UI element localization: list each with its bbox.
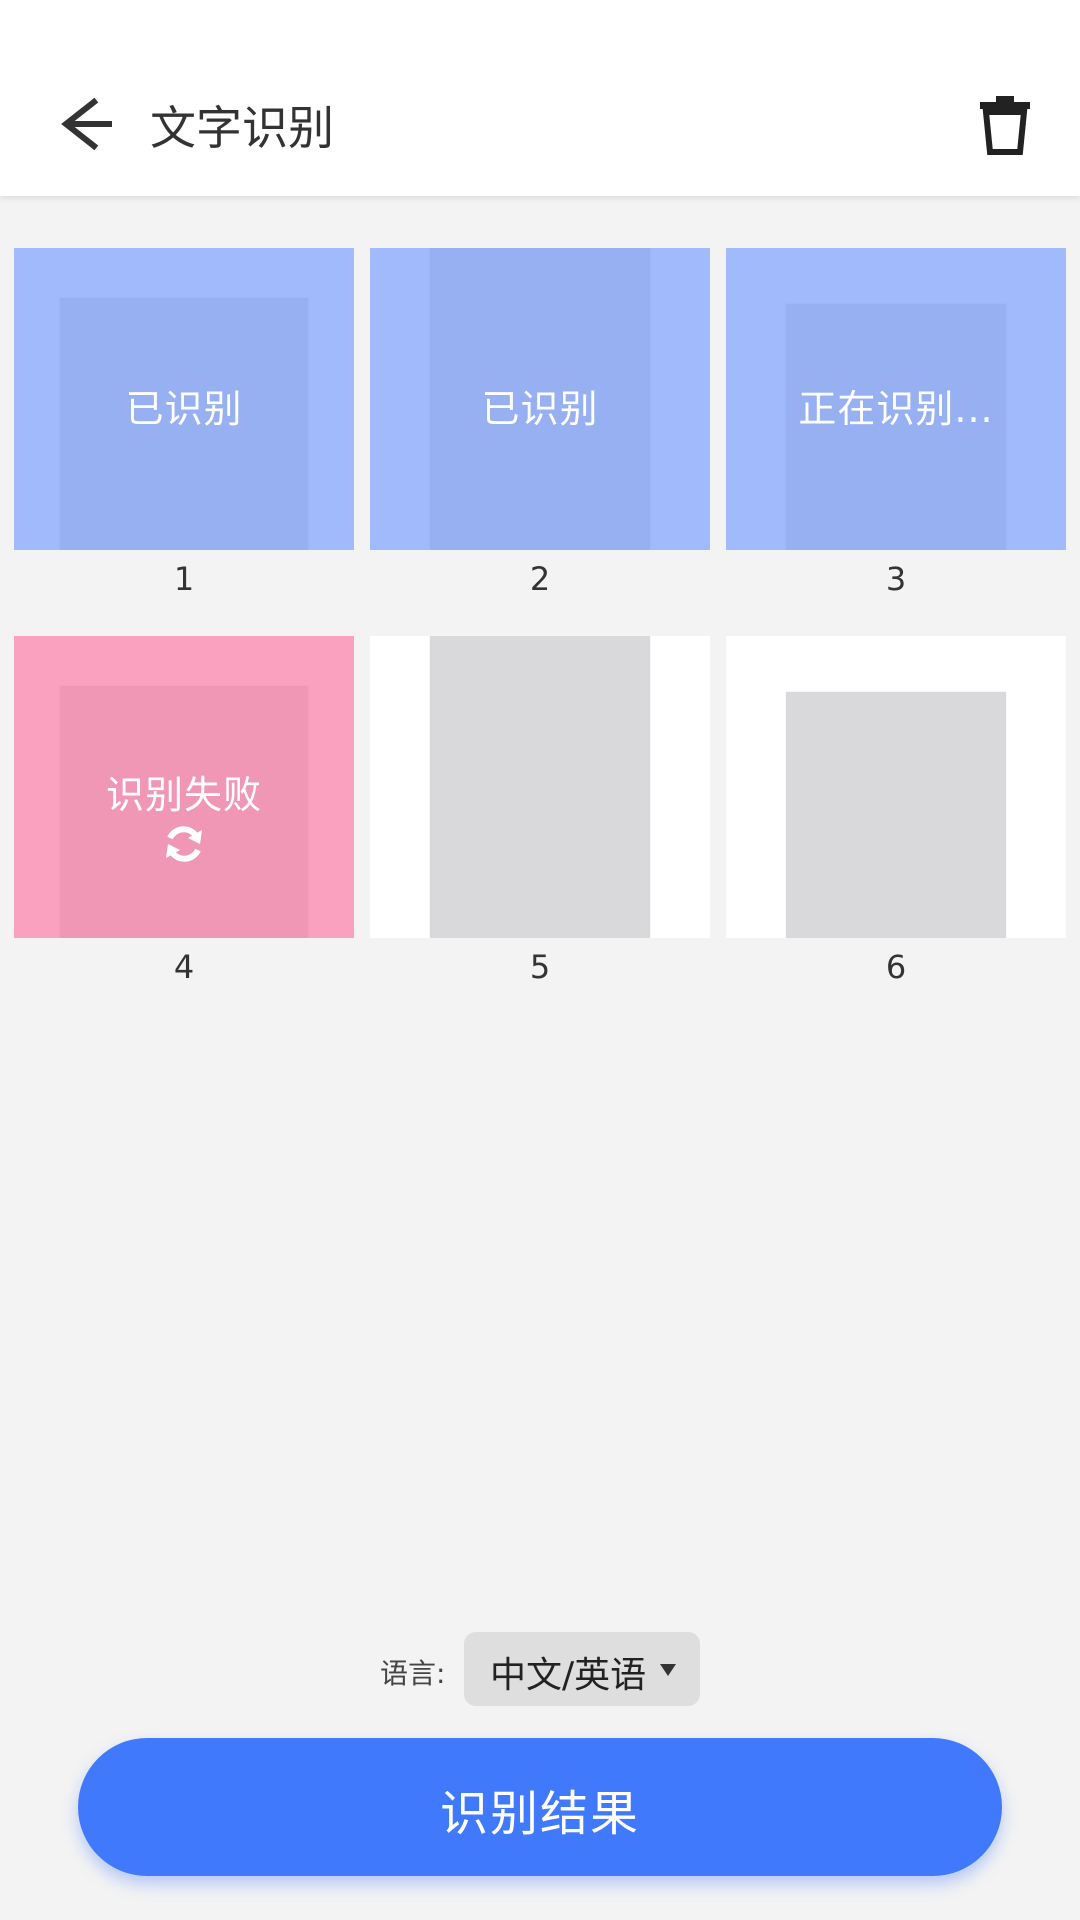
recognition-result-button[interactable]: 识别结果 <box>78 1738 1002 1876</box>
page-thumbnail-3[interactable]: 正在识别... <box>726 248 1066 550</box>
status-label: 正在识别... <box>798 387 994 431</box>
page-thumbnail-2[interactable]: 已识别 <box>370 248 710 550</box>
result-button-label: 识别结果 <box>439 1786 640 1842</box>
page-thumbnail-1[interactable]: 已识别 <box>14 248 354 550</box>
page-number: 5 <box>529 948 551 986</box>
page-thumbnail-5[interactable] <box>370 636 710 938</box>
status-label: 已识别 <box>125 387 243 431</box>
status-label: 已识别 <box>481 387 599 431</box>
page-grid: 已识别 1 已识别 2 正在识别... 3 识别失败 4 5 6 <box>0 0 1080 1000</box>
page-number: 3 <box>885 560 907 598</box>
language-label: 语言: <box>380 1657 446 1690</box>
page-number: 6 <box>885 948 907 986</box>
language-dropdown[interactable]: 中文/英语 <box>464 1632 700 1706</box>
page-number: 4 <box>173 948 195 986</box>
document-image <box>370 636 710 938</box>
status-label: 识别失败 <box>105 773 262 817</box>
page-thumbnail-6[interactable] <box>726 636 1066 938</box>
page-number: 2 <box>529 560 551 598</box>
document-image <box>726 636 1066 938</box>
refresh-icon[interactable] <box>160 820 208 868</box>
page-number: 1 <box>173 560 195 598</box>
caret-down-icon <box>660 1664 676 1676</box>
language-value: 中文/英语 <box>490 1655 647 1696</box>
page-thumbnail-4[interactable]: 识别失败 <box>14 636 354 938</box>
